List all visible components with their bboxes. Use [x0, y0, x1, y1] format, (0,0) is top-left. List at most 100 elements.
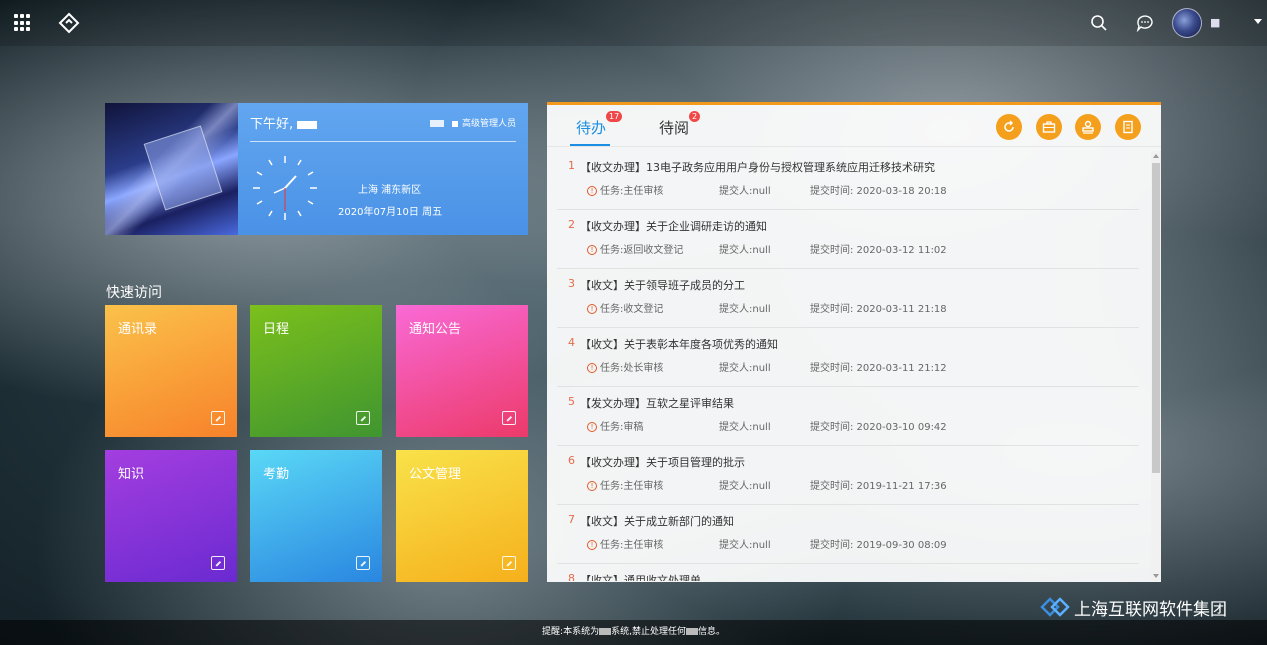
- task-title[interactable]: 【收文办理】关于企业调研走访的通知: [580, 218, 767, 234]
- user-name[interactable]: ■: [1210, 16, 1220, 29]
- task-time: 提交时间: 2020-03-10 09:42: [810, 422, 947, 433]
- tab-todo[interactable]: 待办 17: [576, 111, 623, 138]
- chat-icon[interactable]: [1136, 14, 1154, 32]
- masked-org: [429, 120, 444, 127]
- app-grid-icon[interactable]: [14, 14, 32, 32]
- tile-announcements[interactable]: 通知公告: [396, 305, 528, 437]
- edit-icon: [502, 556, 516, 570]
- task-title[interactable]: 【收文办理】关于项目管理的批示: [580, 454, 745, 470]
- task-step: ! 任务:处长审核: [587, 359, 663, 374]
- task-title[interactable]: 【收文】关于成立新部门的通知: [580, 513, 734, 529]
- quick-access-title: 快速访问: [106, 285, 162, 301]
- masked-text: [599, 628, 612, 635]
- task-item[interactable]: 5 【发文办理】互软之星评审结果 ! 任务:审稿 提交人:null 提交时间: 2…: [557, 387, 1139, 446]
- brand-name: 上海互联网软件集团: [1074, 600, 1227, 620]
- alert-icon: !: [587, 304, 597, 314]
- tab-to-read[interactable]: 待阅 2: [659, 111, 701, 138]
- task-submitter: 提交人:null: [719, 245, 771, 256]
- top-bar: ■: [0, 0, 1267, 46]
- tile-schedule[interactable]: 日程: [250, 305, 382, 437]
- refresh-icon: [1004, 120, 1014, 132]
- alert-icon: !: [587, 422, 597, 432]
- user-role: 高级管理人员: [429, 116, 516, 129]
- task-title[interactable]: 【收文】关于表彰本年度各项优秀的通知: [580, 336, 778, 352]
- alert-icon: !: [587, 245, 597, 255]
- tile-knowledge[interactable]: 知识: [105, 450, 237, 582]
- task-step: ! 任务:返回收文登记: [587, 241, 683, 256]
- task-number: 8: [568, 572, 575, 581]
- active-tab-indicator: [570, 144, 610, 146]
- briefcase-button[interactable]: [1036, 114, 1062, 140]
- refresh-button[interactable]: [996, 114, 1022, 140]
- task-time: 提交时间: 2019-09-30 08:09: [810, 540, 947, 551]
- task-list: 1 【收文办理】13电子政务应用用户身份与授权管理系统应用迁移技术研究 ! 任务:…: [547, 151, 1151, 581]
- task-item[interactable]: 4 【收文】关于表彰本年度各项优秀的通知 ! 任务:处长审核 提交人:null 提…: [557, 328, 1139, 387]
- scrollbar[interactable]: [1151, 151, 1161, 581]
- alert-icon: !: [587, 363, 597, 373]
- task-title[interactable]: 【收文】关于领导班子成员的分工: [580, 277, 745, 293]
- task-submitter: 提交人:null: [719, 422, 771, 433]
- task-number: 2: [568, 218, 575, 231]
- task-number: 4: [568, 336, 575, 349]
- brand-logo-icon: [1040, 597, 1070, 617]
- alert-icon: !: [587, 540, 597, 550]
- search-icon[interactable]: [1090, 14, 1108, 32]
- masked-name: [297, 120, 318, 129]
- todo-count-badge: 17: [606, 111, 623, 122]
- scrollbar-thumb[interactable]: [1152, 163, 1160, 473]
- tile-contacts[interactable]: 通讯录: [105, 305, 237, 437]
- chevron-down-icon[interactable]: [1254, 19, 1262, 24]
- task-item[interactable]: 3 【收文】关于领导班子成员的分工 ! 任务:收文登记 提交人:null 提交时间…: [557, 269, 1139, 328]
- task-number: 6: [568, 454, 575, 467]
- scroll-down-icon[interactable]: [1153, 574, 1159, 578]
- logo-icon[interactable]: [58, 12, 80, 34]
- greeting: 下午好,: [250, 113, 318, 132]
- task-title[interactable]: 【收文办理】13电子政务应用用户身份与授权管理系统应用迁移技术研究: [580, 159, 935, 175]
- task-title[interactable]: 【发文办理】互软之星评审结果: [580, 395, 734, 411]
- tile-attendance[interactable]: 考勤: [250, 450, 382, 582]
- task-item[interactable]: 7 【收文】关于成立新部门的通知 ! 任务:主任审核 提交人:null 提交时间:…: [557, 505, 1139, 564]
- tile-label: 通知公告: [409, 322, 462, 337]
- stamp-icon: [1082, 120, 1094, 134]
- stamp-button[interactable]: [1075, 114, 1101, 140]
- location: 上海 浦东新区: [358, 185, 422, 196]
- briefcase-icon: [1042, 121, 1056, 133]
- tile-label: 日程: [263, 322, 290, 337]
- edit-icon: [356, 556, 370, 570]
- task-submitter: 提交人:null: [719, 186, 771, 197]
- task-submitter: 提交人:null: [719, 481, 771, 492]
- task-item[interactable]: 8 【收文】通用收文处理单: [557, 564, 1139, 581]
- tile-label: 通讯录: [118, 322, 158, 337]
- document-button[interactable]: [1115, 114, 1141, 140]
- task-time: 提交时间: 2020-03-18 20:18: [810, 186, 947, 197]
- task-time: 提交时间: 2020-03-12 11:02: [810, 245, 947, 256]
- divider: [250, 141, 516, 142]
- task-number: 1: [568, 159, 575, 172]
- task-item[interactable]: 2 【收文办理】关于企业调研走访的通知 ! 任务:返回收文登记 提交人:null …: [557, 210, 1139, 269]
- task-submitter: 提交人:null: [719, 363, 771, 374]
- task-number: 7: [568, 513, 575, 526]
- edit-icon: [211, 556, 225, 570]
- task-panel: 待办 17 待阅 2 1 【收文办理】13电子政务应用用户身份与授权管理系统应用…: [547, 102, 1161, 582]
- avatar[interactable]: [1172, 8, 1202, 38]
- tab-label: 待阅: [659, 119, 690, 137]
- role-icon: [451, 120, 458, 127]
- task-item[interactable]: 1 【收文办理】13电子政务应用用户身份与授权管理系统应用迁移技术研究 ! 任务:…: [557, 151, 1139, 210]
- greeting-text: 下午好,: [250, 117, 294, 132]
- task-item[interactable]: 6 【收文办理】关于项目管理的批示 ! 任务:主任审核 提交人:null 提交时间…: [557, 446, 1139, 505]
- task-step: ! 任务:主任审核: [587, 477, 663, 492]
- edit-icon: [356, 411, 370, 425]
- task-submitter: 提交人:null: [719, 540, 771, 551]
- alert-icon: !: [587, 186, 597, 196]
- alert-icon: !: [587, 481, 597, 491]
- tile-document-management[interactable]: 公文管理: [396, 450, 528, 582]
- footer-notice: 提醒:本系统为 系统,禁止处理任何 信息。: [0, 620, 1267, 645]
- task-title[interactable]: 【收文】通用收文处理单: [580, 572, 701, 581]
- task-submitter: 提交人:null: [719, 304, 771, 315]
- task-number: 3: [568, 277, 575, 290]
- task-step: ! 任务:主任审核: [587, 536, 663, 551]
- scroll-up-icon[interactable]: [1153, 154, 1159, 158]
- document-icon: [1123, 120, 1133, 134]
- task-step: ! 任务:审稿: [587, 418, 643, 433]
- task-step: ! 任务:收文登记: [587, 300, 663, 315]
